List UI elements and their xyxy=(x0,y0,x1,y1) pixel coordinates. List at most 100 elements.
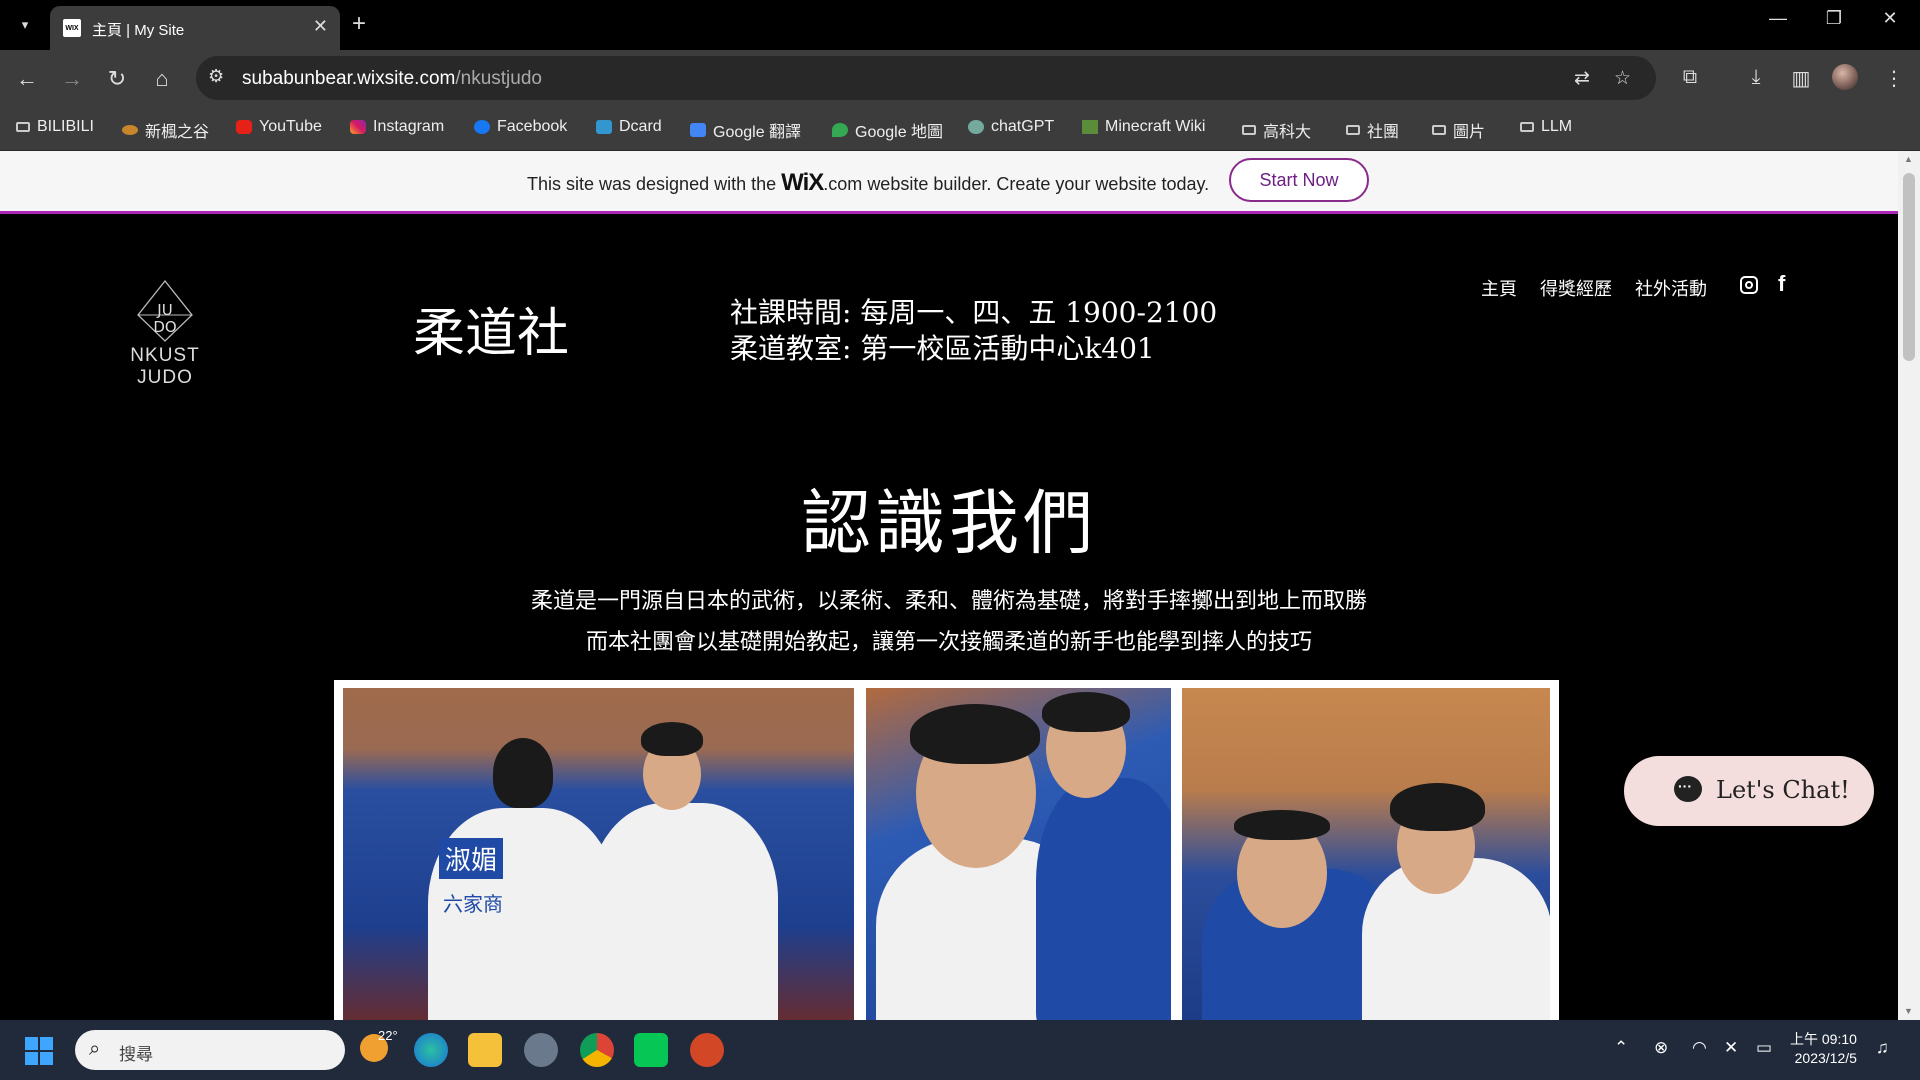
folder-icon xyxy=(1346,125,1360,135)
nav-home[interactable]: 主頁 xyxy=(1481,275,1517,301)
class-schedule: 社課時間: 每周一、四、五 1900-2100 xyxy=(730,296,1218,329)
chatgpt-icon xyxy=(968,120,984,134)
tab-title: 主頁 | My Site xyxy=(92,22,185,39)
bookmark-facebook[interactable]: Facebook xyxy=(474,118,567,136)
settings-icon[interactable] xyxy=(524,1033,558,1067)
battery-icon[interactable]: ▭ xyxy=(1756,1038,1772,1058)
logo-text: NKUST JUDO xyxy=(130,345,200,388)
browser-toolbar: ← → ↻ ⌂ ⚙ subabunbear.wixsite.com/nkustj… xyxy=(0,50,1920,108)
taskbar: ⌕ 搜尋 22° ⌃ ⊗ ◠ ✕ ▭ 上午 09:10 2023/12/5 ♫ xyxy=(0,1020,1920,1080)
clock-time: 上午 09:10 xyxy=(1790,1031,1857,1047)
judo-triangle-logo-icon: JU DO xyxy=(137,279,193,342)
profile-avatar[interactable] xyxy=(1832,64,1858,90)
scrollbar-thumb[interactable] xyxy=(1903,173,1915,361)
address-bar[interactable]: ⚙ subabunbear.wixsite.com/nkustjudo ⇄ ☆ xyxy=(196,56,1656,100)
scroll-up-icon[interactable]: ▲ xyxy=(1904,154,1913,164)
nav-awards[interactable]: 得獎經歷 xyxy=(1540,275,1612,301)
gi-patch-name: 淑媚 xyxy=(439,838,504,879)
extensions-icon[interactable]: ⧉ xyxy=(1674,66,1706,89)
bookmark-bilibili[interactable]: BILIBILI xyxy=(16,118,94,136)
folder-icon xyxy=(1242,125,1256,135)
forward-icon[interactable]: → xyxy=(57,64,87,94)
youtube-icon xyxy=(236,120,252,134)
close-window-icon[interactable]: ✕ xyxy=(1870,8,1910,29)
bookmark-folder-clubs[interactable]: 社團 xyxy=(1346,118,1399,142)
facebook-icon xyxy=(474,120,490,134)
dcard-icon xyxy=(596,120,612,134)
wix-favicon-icon: WIX xyxy=(63,19,81,37)
tray-app-icon[interactable]: ⊗ xyxy=(1654,1038,1668,1058)
google-maps-icon xyxy=(832,123,848,137)
wix-logo: WiX xyxy=(781,169,824,196)
chrome-icon[interactable] xyxy=(580,1033,614,1067)
browser-tab[interactable]: WIX 主頁 | My Site ✕ xyxy=(50,6,340,50)
minimize-icon[interactable]: — xyxy=(1758,8,1798,29)
wix-banner: This site was designed with the WiX.com … xyxy=(0,151,1898,214)
file-explorer-icon[interactable] xyxy=(468,1033,502,1067)
bookmark-dcard[interactable]: Dcard xyxy=(596,118,662,136)
description-line-1: 柔道是一門源自日本的武術，以柔術、柔和、體術為基礎，將對手摔擲出到地上而取勝 xyxy=(530,589,1367,614)
notification-bell-icon[interactable]: ♫ xyxy=(1876,1038,1889,1058)
gallery-photo-1[interactable]: 淑媚 六家商 xyxy=(343,688,854,1020)
weather-temp: 22° xyxy=(378,1028,398,1043)
menu-icon[interactable]: ⋮ xyxy=(1878,66,1910,91)
instagram-icon[interactable] xyxy=(1740,276,1758,294)
maplestory-icon xyxy=(122,125,138,135)
svg-text:JU: JU xyxy=(156,301,172,319)
bookmark-maplestory[interactable]: 新楓之谷 xyxy=(122,118,209,142)
chat-button[interactable]: Let's Chat! xyxy=(1624,756,1874,826)
bookmark-google-translate[interactable]: Google 翻譯 xyxy=(690,118,801,142)
facebook-icon[interactable]: f xyxy=(1778,271,1785,297)
bookmark-folder-images[interactable]: 圖片 xyxy=(1432,118,1485,142)
scroll-down-icon[interactable]: ▼ xyxy=(1904,1006,1913,1016)
gallery-photo-2[interactable] xyxy=(866,688,1171,1020)
clock[interactable]: 上午 09:10 2023/12/5 xyxy=(1790,1030,1857,1068)
taskbar-search[interactable]: ⌕ 搜尋 xyxy=(75,1030,345,1070)
instagram-icon xyxy=(350,120,366,134)
tab-search-chevron-icon[interactable]: ▾ xyxy=(10,12,40,38)
side-panel-icon[interactable]: ▥ xyxy=(1785,66,1817,91)
google-translate-icon xyxy=(690,123,706,137)
tray-overflow-icon[interactable]: ⌃ xyxy=(1614,1038,1628,1058)
windows-start-icon[interactable] xyxy=(25,1037,53,1065)
site-logo[interactable]: JU DO NKUST JUDO xyxy=(100,279,230,388)
bookmark-star-icon[interactable]: ☆ xyxy=(1614,67,1631,90)
bookmark-google-maps[interactable]: Google 地圖 xyxy=(832,118,943,142)
start-now-button[interactable]: Start Now xyxy=(1229,158,1369,202)
edge-icon[interactable] xyxy=(414,1033,448,1067)
wifi-icon[interactable]: ◠ xyxy=(1692,1038,1707,1058)
powerpoint-icon[interactable] xyxy=(690,1033,724,1067)
bookmark-chatgpt[interactable]: chatGPT xyxy=(968,118,1054,136)
classroom-location: 柔道教室: 第一校區活動中心k401 xyxy=(730,332,1155,365)
weather-widget[interactable]: 22° xyxy=(360,1028,398,1065)
page-scrollbar[interactable]: ▲ ▼ xyxy=(1898,151,1920,1020)
bookmark-folder-nkust[interactable]: 高科大 xyxy=(1242,118,1311,142)
url-text: subabunbear.wixsite.com/nkustjudo xyxy=(242,68,542,89)
nav-activities[interactable]: 社外活動 xyxy=(1635,275,1707,301)
line-icon[interactable] xyxy=(634,1033,668,1067)
translate-icon[interactable]: ⇄ xyxy=(1574,67,1590,90)
new-tab-icon[interactable]: + xyxy=(352,10,366,38)
tab-strip: ▾ WIX 主頁 | My Site ✕ + — ❐ ✕ xyxy=(0,0,1920,50)
section-heading: 認識我們 xyxy=(801,482,1097,564)
gallery-photo-3[interactable] xyxy=(1182,688,1550,1020)
bookmarks-bar: BILIBILI 新楓之谷 YouTube Instagram Facebook… xyxy=(0,108,1920,151)
folder-icon xyxy=(16,122,30,132)
reload-icon[interactable]: ↻ xyxy=(102,64,132,94)
back-icon[interactable]: ← xyxy=(12,64,42,94)
home-icon[interactable]: ⌂ xyxy=(147,64,177,94)
download-icon[interactable]: ⤓ xyxy=(1740,66,1772,89)
folder-icon xyxy=(1432,125,1446,135)
search-icon: ⌕ xyxy=(89,1038,101,1060)
minecraft-icon xyxy=(1082,120,1098,134)
bookmark-instagram[interactable]: Instagram xyxy=(350,118,444,136)
restore-icon[interactable]: ❐ xyxy=(1814,8,1854,29)
volume-muted-icon[interactable]: ✕ xyxy=(1724,1038,1738,1058)
gi-patch-school: 六家商 xyxy=(443,894,503,916)
bookmark-youtube[interactable]: YouTube xyxy=(236,118,322,136)
tab-close-icon[interactable]: ✕ xyxy=(313,16,328,37)
site-info-icon[interactable]: ⚙ xyxy=(208,66,224,87)
clock-date: 2023/12/5 xyxy=(1794,1050,1857,1066)
bookmark-folder-llm[interactable]: LLM xyxy=(1520,118,1572,136)
bookmark-minecraft-wiki[interactable]: Minecraft Wiki xyxy=(1082,118,1205,136)
